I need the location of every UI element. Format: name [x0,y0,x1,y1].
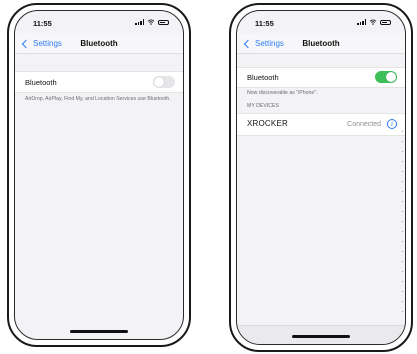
page-title: Bluetooth [302,39,340,48]
battery-icon [380,19,391,25]
screenshot-stage: 11:55 Settings Bluetooth Bluetooth AirDr… [0,0,417,354]
battery-icon [158,19,169,25]
toggle-knob [154,77,164,87]
navigation-bar: Settings Bluetooth [237,33,405,54]
bluetooth-toggle[interactable] [153,76,175,88]
home-indicator[interactable] [292,335,350,338]
navigation-bar: Settings Bluetooth [15,33,183,54]
status-bar: 11:55 [15,11,183,31]
wifi-icon [147,19,155,25]
device-status: Connected [347,121,381,128]
section-header-my-devices: MY DEVICES [247,103,279,109]
toggle-knob [386,72,396,82]
cellular-signal-icon [135,19,144,25]
home-indicator[interactable] [70,330,128,333]
bluetooth-label: Bluetooth [25,78,57,87]
discoverable-note: Now discoverable as "iPhone". [247,90,318,96]
phone-frame-left: 11:55 Settings Bluetooth Bluetooth AirDr… [7,3,191,347]
status-bar: 11:55 [237,11,405,31]
bluetooth-footnote: AirDrop, AirPlay, Find My, and Location … [25,96,171,102]
cellular-signal-icon [357,19,366,25]
phone-frame-right: 11:55 Settings Bluetooth Bluetooth Now d… [229,3,413,352]
page-title: Bluetooth [80,39,118,48]
status-time: 11:55 [255,19,274,28]
device-row[interactable]: XROCKER Connected i [237,113,405,136]
screen-right: 11:55 Settings Bluetooth Bluetooth Now d… [236,10,406,345]
bluetooth-row: Bluetooth [237,67,405,88]
device-name: XROCKER [247,119,288,128]
status-icons [357,19,391,25]
bluetooth-row: Bluetooth [15,71,183,93]
wifi-icon [369,19,377,25]
status-icons [135,19,169,25]
info-icon[interactable]: i [387,119,397,129]
bluetooth-label: Bluetooth [247,73,279,82]
decorative-edge-dots [402,131,403,314]
status-time: 11:55 [33,19,52,28]
bluetooth-toggle[interactable] [375,71,397,83]
screen-left: 11:55 Settings Bluetooth Bluetooth AirDr… [14,10,184,340]
